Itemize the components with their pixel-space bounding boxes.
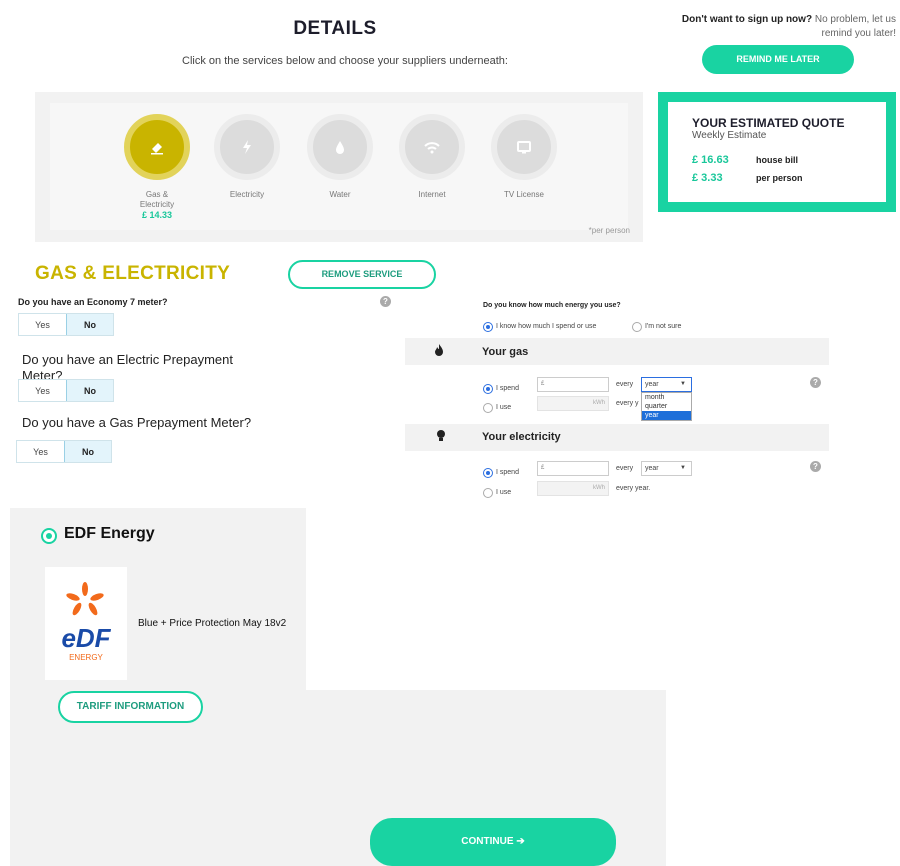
house-bill-value: £ 16.63 (692, 154, 729, 166)
option-month[interactable]: month (642, 393, 691, 402)
gas-radio-spend[interactable] (483, 383, 493, 394)
economy7-toggle[interactable]: Yes No (18, 313, 114, 336)
help-icon[interactable]: ? (380, 296, 391, 307)
wifi-icon (424, 142, 440, 154)
service-label: Water (329, 190, 351, 199)
caret-down-icon: ▼ (680, 381, 686, 387)
supplier-logo: eDF ENERGY (45, 567, 127, 680)
help-icon[interactable]: ? (810, 461, 821, 472)
supplier-name: EDF Energy (64, 525, 155, 542)
service-label: Electricity (229, 190, 265, 199)
gas-prepay-no[interactable]: No (64, 441, 111, 462)
economy7-no[interactable]: No (66, 314, 113, 335)
service-water[interactable]: Water (295, 114, 385, 200)
elec-spend-input[interactable]: £ (537, 461, 609, 476)
elec-spend-option[interactable]: I spend (483, 464, 519, 482)
option-quarter[interactable]: quarter (642, 402, 691, 411)
gas-spend-input[interactable]: £ (537, 377, 609, 392)
help-icon[interactable]: ? (810, 377, 821, 388)
service-circle[interactable] (124, 114, 190, 180)
gas-prepay-yes[interactable]: Yes (17, 441, 64, 462)
electric-prepay-toggle[interactable]: Yes No (18, 379, 114, 402)
electric-prepay-no[interactable]: No (66, 380, 113, 401)
quote-subtitle: Weekly Estimate (692, 130, 767, 141)
per-person-value: £ 3.33 (692, 172, 723, 184)
economy7-yes[interactable]: Yes (19, 314, 66, 335)
arrow-right-icon: ➔ (516, 836, 525, 847)
lightbulb-icon (437, 430, 445, 441)
gas-bar (405, 338, 829, 365)
tariff-name: Blue + Price Protection May 18v2 (138, 618, 287, 629)
supplier-radio[interactable] (41, 528, 57, 544)
lightning-icon (243, 140, 251, 154)
radio-not-sure[interactable] (632, 321, 642, 332)
elec-every-year-label: every year. (616, 485, 651, 492)
service-electricity[interactable]: Electricity (202, 114, 292, 200)
water-drop-icon (336, 141, 344, 154)
remove-service-button[interactable]: REMOVE SERVICE (288, 260, 436, 289)
gas-prepay-toggle[interactable]: Yes No (16, 440, 112, 463)
service-label: Internet (418, 190, 446, 199)
gas-title: Your gas (482, 346, 529, 358)
continue-label: CONTINUE (461, 836, 514, 847)
gas-use-input[interactable]: kWh (537, 396, 609, 411)
elec-radio-use[interactable] (483, 487, 493, 498)
service-circle[interactable] (307, 114, 373, 180)
option-year[interactable]: year (642, 411, 691, 420)
house-bill-label: house bill (756, 155, 799, 165)
energy-know-option[interactable]: I know how much I spend or use (483, 318, 596, 336)
section-title: GAS & ELECTRICITY (35, 263, 231, 284)
gas-use-option[interactable]: I use (483, 399, 511, 417)
electricity-title: Your electricity (482, 431, 561, 443)
service-circle[interactable] (214, 114, 280, 180)
remind-me-later-button[interactable]: REMIND ME LATER (702, 45, 854, 74)
caret-down-icon: ▼ (680, 465, 686, 471)
logo-text: eDF (61, 623, 111, 653)
remind-bold: Don't want to sign up now? (681, 14, 813, 25)
quote-title: YOUR ESTIMATED QUOTE (692, 116, 845, 130)
elec-every-label: every (616, 465, 634, 472)
elec-period-value: year (645, 465, 659, 472)
service-price: £ 14.33 (141, 210, 173, 220)
gas-every-year-label: every y (616, 400, 639, 407)
service-label: TV License (503, 190, 545, 199)
gas-spend-option[interactable]: I spend (483, 380, 519, 398)
elec-period-select[interactable]: year ▼ (641, 461, 692, 476)
flame-icon (435, 344, 443, 356)
electric-prepay-yes[interactable]: Yes (19, 380, 66, 401)
service-circle[interactable] (399, 114, 465, 180)
electricity-bar (405, 424, 829, 451)
gas-radio-use[interactable] (483, 402, 493, 413)
remind-message: Don't want to sign up now? No problem, l… (660, 13, 896, 41)
per-person-label: per person (756, 173, 803, 183)
page-subtitle: Click on the services below and choose y… (182, 55, 508, 67)
remind-rest: No problem, let us remind you later! (812, 14, 896, 39)
gas-every-label: every (616, 381, 634, 388)
gas-period-select[interactable]: year ▼ (641, 377, 692, 392)
tv-icon (517, 141, 531, 154)
economy7-question: Do you have an Economy 7 meter? (18, 297, 168, 307)
radio-know[interactable] (483, 321, 493, 332)
service-gas-electricity[interactable]: Gas & Electricity £ 14.33 (112, 114, 202, 220)
eraser-icon (151, 143, 163, 155)
service-label: Gas & Electricity (139, 190, 175, 209)
gas-period-value: year (645, 381, 659, 388)
service-tv-license[interactable]: TV License (479, 114, 569, 200)
elec-radio-spend[interactable] (483, 467, 493, 478)
elec-use-input[interactable]: kWh (537, 481, 609, 496)
quote-box (658, 92, 896, 212)
elec-use-option[interactable]: I use (483, 484, 511, 502)
tariff-information-button[interactable]: TARIFF INFORMATION (58, 691, 203, 723)
energy-question: Do you know how much energy you use? (483, 302, 621, 309)
service-circle[interactable] (491, 114, 557, 180)
continue-button[interactable]: CONTINUE ➔ (370, 818, 616, 866)
energy-not-sure-option[interactable]: I'm not sure (632, 318, 681, 336)
gas-prepay-question: Do you have a Gas Prepayment Meter? (22, 415, 252, 430)
gas-period-dropdown[interactable]: month quarter year (641, 392, 692, 421)
page-title: DETAILS (293, 18, 377, 39)
per-person-note: *per person (588, 226, 630, 235)
service-internet[interactable]: Internet (387, 114, 477, 200)
logo-subtext: ENERGY (69, 653, 103, 662)
